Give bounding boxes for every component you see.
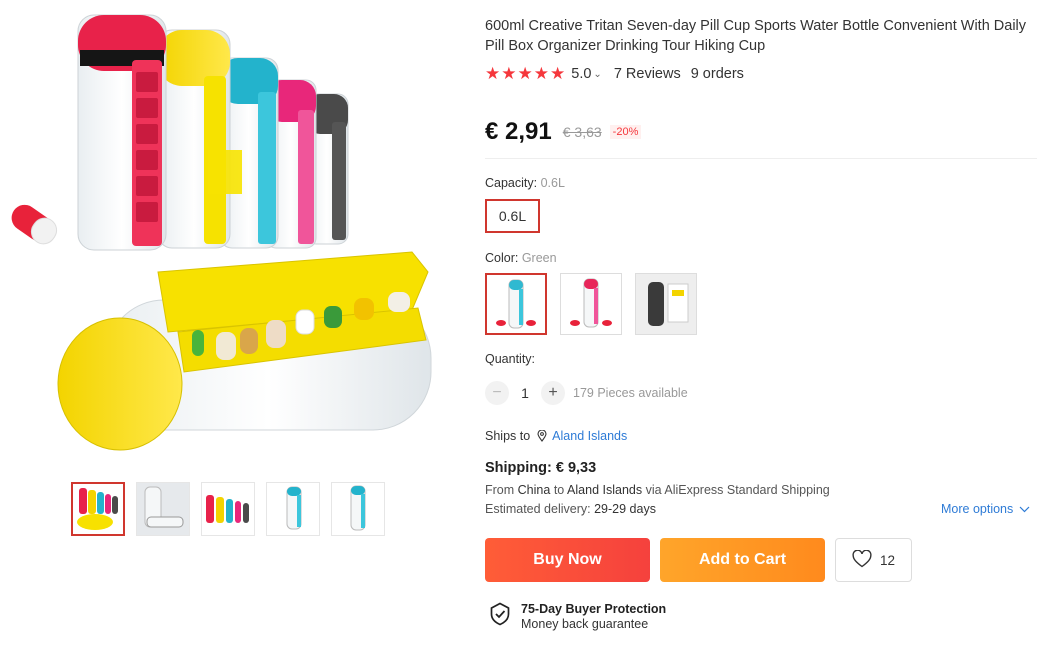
buy-now-button[interactable]: Buy Now: [485, 538, 650, 582]
divider: [485, 158, 1037, 159]
protection-subtitle: Money back guarantee: [521, 617, 649, 631]
quantity-stepper: − 1 + 179 Pieces available: [485, 381, 688, 405]
star-icon: ★: [485, 64, 501, 83]
orders-count: 9 orders: [690, 66, 744, 82]
product-gallery: [0, 0, 460, 649]
stock-available: 179 Pieces available: [573, 386, 688, 400]
quantity-label: Quantity:: [485, 352, 536, 366]
thumbnail-strip: [71, 482, 385, 536]
star-icon: ★: [533, 64, 549, 83]
rating-score[interactable]: 5.0: [571, 66, 591, 82]
capacity-option[interactable]: 0.6L: [485, 199, 540, 233]
chevron-down-icon: [1019, 506, 1030, 513]
thumbnail[interactable]: [71, 482, 125, 536]
shipping-cost: Shipping: € 9,33: [485, 460, 597, 476]
chevron-down-icon[interactable]: ⌄: [593, 69, 601, 80]
capacity-label: Capacity: 0.6L: [485, 176, 565, 190]
main-product-image[interactable]: [8, 10, 438, 460]
star-icon: ★: [517, 64, 533, 83]
wishlist-button[interactable]: 12: [835, 538, 912, 582]
ships-to-label: Ships to: [485, 429, 531, 443]
reviews-link[interactable]: 7 Reviews: [614, 66, 681, 82]
capacity-selected: 0.6L: [540, 176, 565, 190]
thumbnail[interactable]: [331, 482, 385, 536]
add-to-cart-button[interactable]: Add to Cart: [660, 538, 825, 582]
product-title: 600ml Creative Tritan Seven-day Pill Cup…: [485, 18, 1027, 54]
quantity-decrease-button[interactable]: −: [485, 381, 509, 405]
action-buttons: Buy Now Add to Cart 12: [485, 538, 912, 582]
color-swatches: [485, 273, 697, 335]
color-swatch-pink[interactable]: [560, 273, 622, 335]
wishlist-count: 12: [879, 552, 896, 568]
product-info: 600ml Creative Tritan Seven-day Pill Cup…: [485, 16, 1040, 631]
buyer-protection: 75-Day Buyer Protection Money back guara…: [489, 602, 666, 631]
more-options-link[interactable]: More options: [941, 502, 1030, 516]
original-price: € 3,63: [562, 124, 602, 140]
location-pin-icon: [537, 430, 547, 442]
quantity-increase-button[interactable]: +: [541, 381, 565, 405]
protection-title: 75-Day Buyer Protection: [521, 602, 667, 616]
thumbnail[interactable]: [266, 482, 320, 536]
ships-to-destination[interactable]: Aland Islands: [552, 429, 627, 443]
rating-stars: ★ ★ ★ ★ ★: [485, 65, 565, 83]
estimated-delivery: Estimated delivery: 29-29 days: [485, 502, 656, 516]
ships-to-row: Ships to Aland Islands: [485, 429, 627, 443]
shipping-route: From China to Aland Islands via AliExpre…: [485, 483, 830, 497]
quantity-value[interactable]: 1: [509, 385, 541, 401]
star-icon: ★: [501, 64, 517, 83]
current-price: € 2,91: [485, 118, 552, 145]
discount-badge: -20%: [609, 125, 642, 139]
heart-icon: [852, 549, 872, 571]
color-label: Color: Green: [485, 251, 557, 265]
color-swatch-gray[interactable]: [635, 273, 697, 335]
shield-check-icon: [489, 602, 511, 631]
rating-row: ★ ★ ★ ★ ★ 5.0 ⌄ 7 Reviews 9 orders: [485, 65, 1040, 83]
color-swatch-cyan[interactable]: [485, 273, 547, 335]
thumbnail[interactable]: [201, 482, 255, 536]
thumbnail[interactable]: [136, 482, 190, 536]
star-icon: ★: [550, 64, 566, 83]
color-selected: Green: [521, 251, 557, 265]
price-row: € 2,91 € 3,63 -20%: [485, 118, 642, 146]
